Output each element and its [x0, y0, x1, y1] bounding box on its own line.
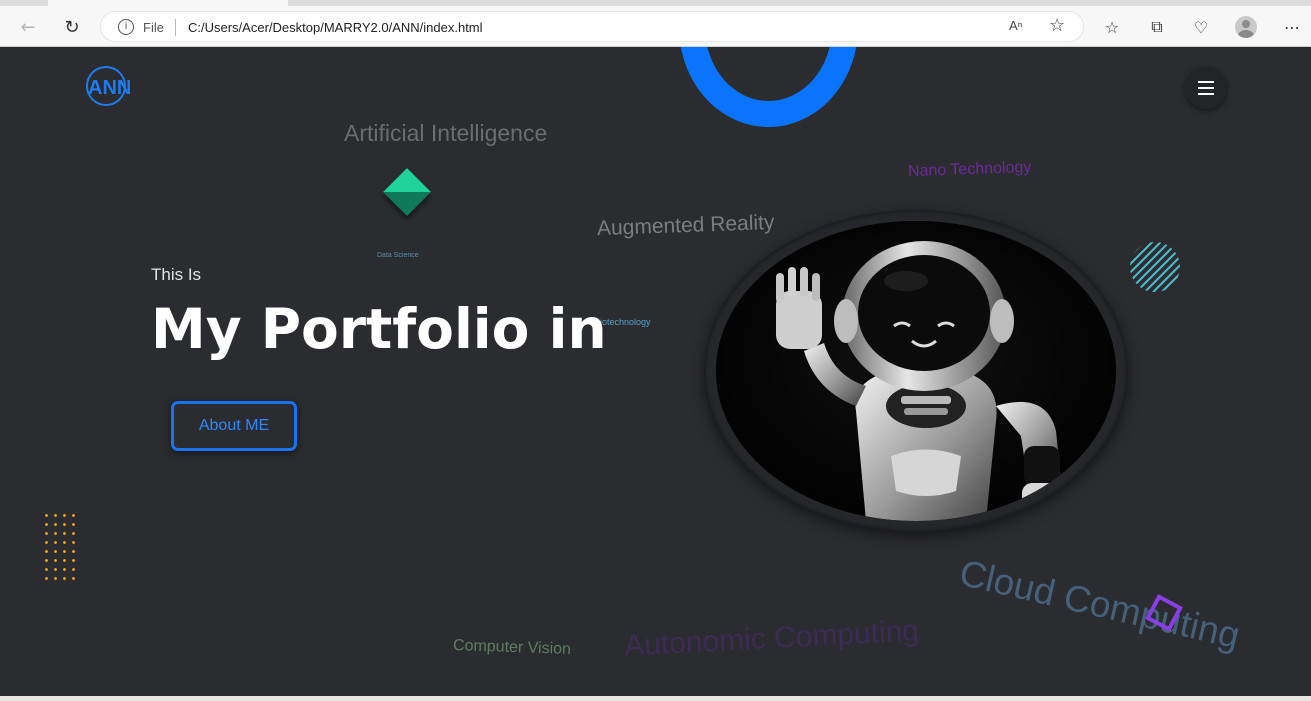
word-cloud-computing: Cloud Computing — [955, 552, 1244, 657]
read-aloud-icon[interactable]: Aⁿ — [1009, 18, 1022, 33]
word-augmented-reality: Augmented Reality — [596, 210, 775, 241]
diamond-shape — [382, 167, 432, 217]
browser-essentials-icon[interactable]: ♡ — [1189, 15, 1213, 39]
dot-grid — [42, 511, 78, 583]
about-me-button[interactable]: About ME — [171, 401, 297, 451]
browser-toolbar: ← ↻ i File C:/Users/Acer/Desktop/MARRY2.… — [0, 6, 1311, 47]
collections-icon[interactable]: ⧉ — [1145, 15, 1169, 39]
site-logo[interactable]: ANN — [86, 66, 131, 106]
file-label: File — [143, 20, 164, 35]
word-data-science: Data Science — [377, 252, 419, 259]
url-text[interactable]: C:/Users/Acer/Desktop/MARRY2.0/ANN/index… — [188, 20, 483, 35]
hamburger-menu-button[interactable] — [1185, 67, 1227, 109]
decor-ring — [679, 47, 858, 127]
logo-text: ANN — [88, 77, 132, 99]
favorites-list-icon[interactable]: ☆ — [1100, 15, 1124, 39]
address-bar[interactable]: i File C:/Users/Acer/Desktop/MARRY2.0/AN… — [100, 11, 1084, 42]
back-arrow-icon[interactable]: ← — [14, 14, 42, 40]
profile-avatar[interactable] — [1235, 16, 1257, 38]
robot-image — [716, 221, 1116, 521]
word-artificial-intelligence: Artificial Intelligence — [344, 120, 548, 146]
info-icon[interactable]: i — [118, 19, 134, 35]
page-title: My Portfolio in — [151, 297, 607, 361]
portfolio-page: ANN Artificial Intelligence Data Science… — [0, 47, 1311, 696]
more-icon[interactable]: ⋯ — [1280, 15, 1304, 39]
word-nano-technology: Nano Technology — [907, 158, 1032, 181]
address-separator — [175, 19, 176, 36]
word-autonomic-computing: Autonomic Computing — [623, 614, 920, 663]
bottom-strip — [0, 696, 1311, 701]
reload-icon[interactable]: ↻ — [58, 14, 86, 40]
word-computer-vision: Computer Vision — [452, 636, 572, 659]
hatched-circle — [1130, 242, 1180, 292]
intro-text: This Is — [151, 265, 202, 284]
robot-image-frame — [704, 210, 1128, 532]
favorite-star-icon[interactable]: ☆ — [1049, 15, 1065, 36]
